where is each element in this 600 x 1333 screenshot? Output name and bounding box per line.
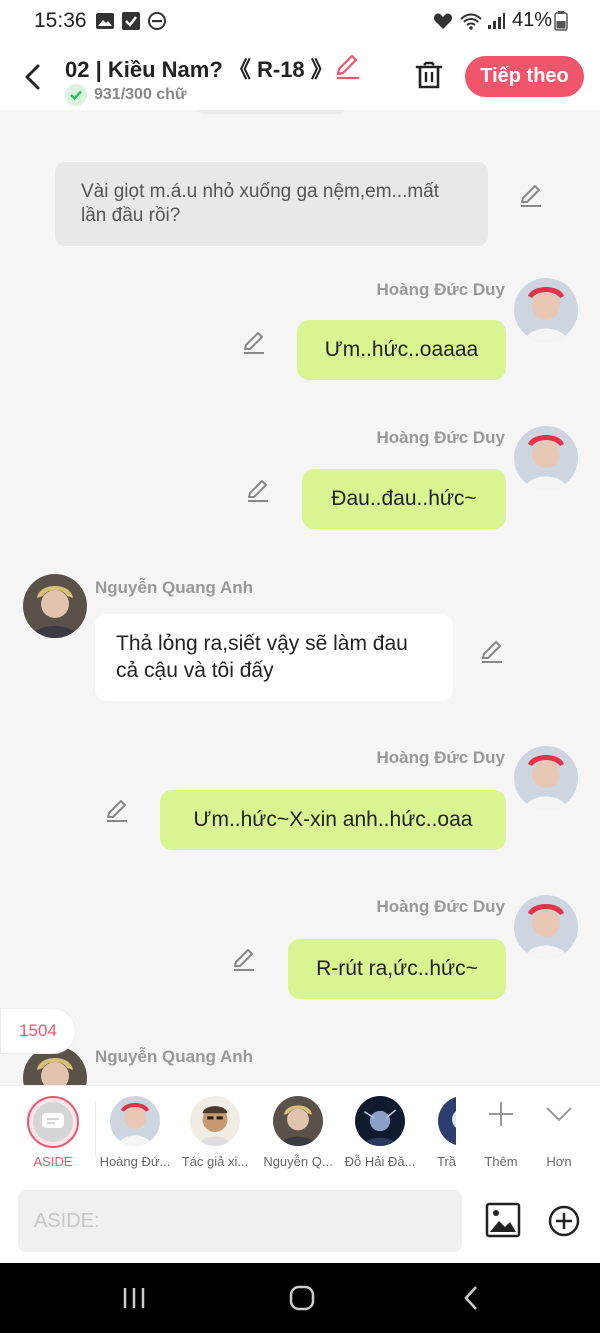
battery-percent: 41% (512, 9, 553, 31)
avatar (438, 1096, 456, 1146)
character-nguyen-quang-anh[interactable]: Nguyễn Q... (258, 1096, 338, 1176)
avatar (190, 1096, 240, 1146)
speaker-name: Hoàng Đức Duy (376, 280, 506, 299)
message-bubble[interactable]: R-rút ra,ức..hức~ (288, 939, 506, 999)
more-label: Hơn (546, 1154, 572, 1169)
message-bubble[interactable]: Ưm..hức~X-xin anh..hức..oaa (160, 790, 506, 850)
recent-apps-icon[interactable] (114, 1283, 154, 1313)
chat-area[interactable]: Vài giọt m.á.u nhỏ xuống ga nệm,em...mất… (0, 110, 600, 1085)
battery-icon (554, 11, 568, 31)
avatar-hoang-duc-duy[interactable] (514, 895, 578, 959)
edit-message-icon[interactable] (241, 329, 267, 355)
status-bar: 15:36 41% (0, 0, 600, 44)
add-label: Thêm (484, 1154, 518, 1169)
narration-bubble[interactable]: Vài giọt m.á.u nhỏ xuống ga nệm,em...mất… (55, 162, 488, 246)
avatar-hoang-duc-duy[interactable] (514, 426, 578, 490)
chevron-down-icon (546, 1107, 572, 1122)
message-bubble[interactable]: Đau..đau..hức~ (302, 469, 506, 529)
chapter-title: 02 | Kiều Nam? 《 R-18 》 (65, 57, 333, 82)
back-icon[interactable] (16, 60, 50, 94)
word-count-row: 931/300 chữ (65, 84, 187, 106)
aside-label: ASIDE (33, 1154, 73, 1169)
speaker-name: Hoàng Đức Duy (376, 428, 506, 447)
character-label: Trầ (436, 1154, 456, 1169)
do-not-disturb-icon (148, 12, 166, 30)
home-icon[interactable] (282, 1283, 322, 1313)
speaker-name: Nguyễn Quang Anh (95, 1047, 254, 1066)
message-bubble[interactable]: Thả lỏng ra,siết vậy sẽ làm đau cả cậu v… (95, 614, 453, 701)
previous-message-stub (195, 110, 347, 114)
heart-icon (433, 13, 453, 29)
character-label: Đỗ Hải Đă... (344, 1154, 416, 1169)
avatar (355, 1096, 405, 1146)
speaker-name: Hoàng Đức Duy (376, 748, 506, 767)
chat-bubble-icon (33, 1102, 73, 1142)
speaker-name: Nguyễn Quang Anh (95, 578, 254, 597)
editor-header: 02 | Kiều Nam? 《 R-18 》 931/300 chữ Tiếp… (0, 44, 600, 110)
character-label: Hoàng Đứ... (99, 1154, 171, 1169)
system-nav-bar (0, 1263, 600, 1333)
message-bubble[interactable]: Ưm..hức..oaaaa (297, 320, 506, 380)
character-label: Nguyễn Q... (263, 1154, 333, 1169)
aside-character-button[interactable] (27, 1096, 79, 1148)
character-do-hai-dang[interactable]: Đỗ Hải Đă... (340, 1096, 420, 1176)
expand-characters-button[interactable]: Hơn (534, 1096, 584, 1176)
avatar-hoang-duc-duy[interactable] (514, 746, 578, 810)
system-back-icon[interactable] (452, 1283, 492, 1313)
edit-message-icon[interactable] (104, 797, 130, 823)
edit-message-icon[interactable] (245, 477, 271, 503)
add-circle-icon[interactable] (547, 1204, 581, 1238)
add-character-button[interactable]: Thêm (476, 1096, 526, 1176)
trash-icon[interactable] (413, 60, 445, 92)
gallery-notification-icon (96, 13, 114, 29)
message-count-badge[interactable]: 1504 (0, 1008, 76, 1054)
avatar (273, 1096, 323, 1146)
character-label: Tác giả xi... (181, 1154, 249, 1169)
character-tran[interactable]: Trầ (423, 1096, 456, 1176)
edit-title-icon[interactable] (334, 52, 362, 80)
checkbox-notification-icon (122, 12, 140, 30)
image-icon[interactable] (485, 1202, 521, 1238)
next-button[interactable]: Tiếp theo (465, 56, 584, 97)
avatar (110, 1096, 160, 1146)
check-icon (65, 84, 87, 106)
character-bar: ASIDE Hoàng Đứ... Tác giả xi... Nguyễn Q… (0, 1085, 600, 1180)
word-count: 931/300 chữ (94, 86, 187, 103)
edit-message-icon[interactable] (479, 638, 505, 664)
edit-message-icon[interactable] (518, 182, 544, 208)
wifi-icon (460, 13, 482, 30)
speaker-name: Hoàng Đức Duy (376, 897, 506, 916)
message-input[interactable] (18, 1190, 462, 1252)
edit-message-icon[interactable] (231, 946, 257, 972)
signal-icon (488, 13, 505, 29)
character-hoang-duc-duy[interactable]: Hoàng Đứ... (95, 1096, 175, 1176)
avatar-hoang-duc-duy[interactable] (514, 278, 578, 342)
avatar-nguyen-quang-anh[interactable] (23, 574, 87, 638)
status-time: 15:36 (34, 9, 87, 32)
plus-icon (489, 1102, 513, 1126)
character-tac-gia[interactable]: Tác giả xi... (175, 1096, 255, 1176)
input-area (0, 1180, 600, 1263)
